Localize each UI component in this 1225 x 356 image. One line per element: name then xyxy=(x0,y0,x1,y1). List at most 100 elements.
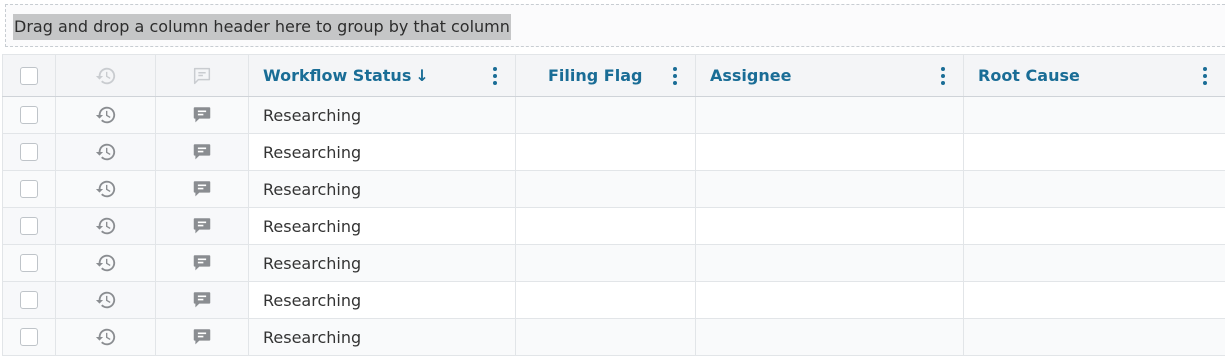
row-comment-cell xyxy=(155,281,249,319)
root-cause-label: Root Cause xyxy=(978,66,1080,85)
column-menu-icon[interactable] xyxy=(1199,66,1211,85)
select-all-header xyxy=(2,54,56,97)
comment-icon[interactable] xyxy=(191,252,213,274)
row-comment-cell xyxy=(155,244,249,282)
filing-flag-cell[interactable] xyxy=(515,318,696,356)
workflow-status-cell[interactable]: Researching xyxy=(248,96,516,134)
row-select-cell xyxy=(2,170,56,208)
table-row[interactable]: Researching xyxy=(2,207,1225,245)
filing-flag-cell[interactable] xyxy=(515,244,696,282)
row-select-cell xyxy=(2,96,56,134)
filing-flag-header[interactable]: Filing Flag xyxy=(515,54,696,97)
row-select-cell xyxy=(2,207,56,245)
filing-flag-cell[interactable] xyxy=(515,207,696,245)
root-cause-cell[interactable] xyxy=(963,207,1225,245)
history-column-header xyxy=(55,54,156,97)
group-by-hint: Drag and drop a column header here to gr… xyxy=(13,14,511,40)
select-all-checkbox[interactable] xyxy=(20,66,38,85)
row-comment-cell xyxy=(155,96,249,134)
history-icon[interactable] xyxy=(95,326,117,348)
row-comment-cell xyxy=(155,207,249,245)
workflow-status-cell[interactable]: Researching xyxy=(248,207,516,245)
assignee-cell[interactable] xyxy=(695,96,964,134)
filing-flag-cell[interactable] xyxy=(515,96,696,134)
table-row[interactable]: Researching xyxy=(2,133,1225,171)
assignee-cell[interactable] xyxy=(695,244,964,282)
workflow-status-value: Researching xyxy=(263,142,362,162)
assignee-label: Assignee xyxy=(710,66,792,85)
root-cause-cell[interactable] xyxy=(963,170,1225,208)
filing-flag-label: Filing Flag xyxy=(548,66,643,85)
assignee-cell[interactable] xyxy=(695,170,964,208)
comment-icon[interactable] xyxy=(191,289,213,311)
workflow-status-value: Researching xyxy=(263,327,362,347)
row-checkbox[interactable] xyxy=(20,291,38,309)
row-comment-cell xyxy=(155,170,249,208)
filing-flag-cell[interactable] xyxy=(515,133,696,171)
column-menu-icon[interactable] xyxy=(669,66,681,85)
column-menu-icon[interactable] xyxy=(489,66,501,85)
history-icon[interactable] xyxy=(95,104,117,126)
row-comment-cell xyxy=(155,318,249,356)
row-select-cell xyxy=(2,318,56,356)
sort-descending-icon: ↓ xyxy=(415,66,429,85)
comment-icon[interactable] xyxy=(191,104,213,126)
row-history-cell xyxy=(55,170,156,208)
workflow-status-cell[interactable]: Researching xyxy=(248,170,516,208)
root-cause-cell[interactable] xyxy=(963,244,1225,282)
comment-outline-icon xyxy=(193,67,211,84)
column-menu-icon[interactable] xyxy=(937,66,949,85)
row-checkbox[interactable] xyxy=(20,106,38,124)
comments-column-header xyxy=(155,54,249,97)
workflow-status-label: Workflow Status xyxy=(263,66,412,85)
root-cause-cell[interactable] xyxy=(963,281,1225,319)
filing-flag-cell[interactable] xyxy=(515,170,696,208)
workflow-status-cell[interactable]: Researching xyxy=(248,318,516,356)
row-history-cell xyxy=(55,244,156,282)
assignee-cell[interactable] xyxy=(695,133,964,171)
workflow-status-cell[interactable]: Researching xyxy=(248,133,516,171)
comment-icon[interactable] xyxy=(191,178,213,200)
workflow-status-value: Researching xyxy=(263,179,362,199)
table-row[interactable]: Researching xyxy=(2,96,1225,134)
row-checkbox[interactable] xyxy=(20,143,38,161)
table-row[interactable]: Researching xyxy=(2,170,1225,208)
data-grid: Workflow Status ↓ Filing Flag Assignee R… xyxy=(2,54,1225,356)
workflow-status-header[interactable]: Workflow Status ↓ xyxy=(248,54,516,97)
history-icon[interactable] xyxy=(95,178,117,200)
root-cause-header[interactable]: Root Cause xyxy=(963,54,1225,97)
row-checkbox[interactable] xyxy=(20,217,38,235)
table-row[interactable]: Researching xyxy=(2,281,1225,319)
root-cause-cell[interactable] xyxy=(963,318,1225,356)
table-row[interactable]: Researching xyxy=(2,244,1225,282)
comment-icon[interactable] xyxy=(191,326,213,348)
history-icon[interactable] xyxy=(95,215,117,237)
row-checkbox[interactable] xyxy=(20,328,38,346)
history-icon[interactable] xyxy=(95,141,117,163)
comment-icon[interactable] xyxy=(191,141,213,163)
assignee-cell[interactable] xyxy=(695,318,964,356)
row-history-cell xyxy=(55,207,156,245)
row-select-cell xyxy=(2,244,56,282)
workflow-status-cell[interactable]: Researching xyxy=(248,244,516,282)
history-icon[interactable] xyxy=(95,252,117,274)
row-history-cell xyxy=(55,96,156,134)
filing-flag-cell[interactable] xyxy=(515,281,696,319)
row-history-cell xyxy=(55,281,156,319)
workflow-status-value: Researching xyxy=(263,216,362,236)
assignee-cell[interactable] xyxy=(695,281,964,319)
table-row[interactable]: Researching xyxy=(2,318,1225,356)
assignee-cell[interactable] xyxy=(695,207,964,245)
history-icon[interactable] xyxy=(95,289,117,311)
workflow-status-cell[interactable]: Researching xyxy=(248,281,516,319)
workflow-status-value: Researching xyxy=(263,105,362,125)
row-checkbox[interactable] xyxy=(20,254,38,272)
row-history-cell xyxy=(55,318,156,356)
row-select-cell xyxy=(2,133,56,171)
comment-icon[interactable] xyxy=(191,215,213,237)
assignee-header[interactable]: Assignee xyxy=(695,54,964,97)
root-cause-cell[interactable] xyxy=(963,133,1225,171)
root-cause-cell[interactable] xyxy=(963,96,1225,134)
row-checkbox[interactable] xyxy=(20,180,38,198)
group-by-panel[interactable]: Drag and drop a column header here to gr… xyxy=(5,4,1225,47)
